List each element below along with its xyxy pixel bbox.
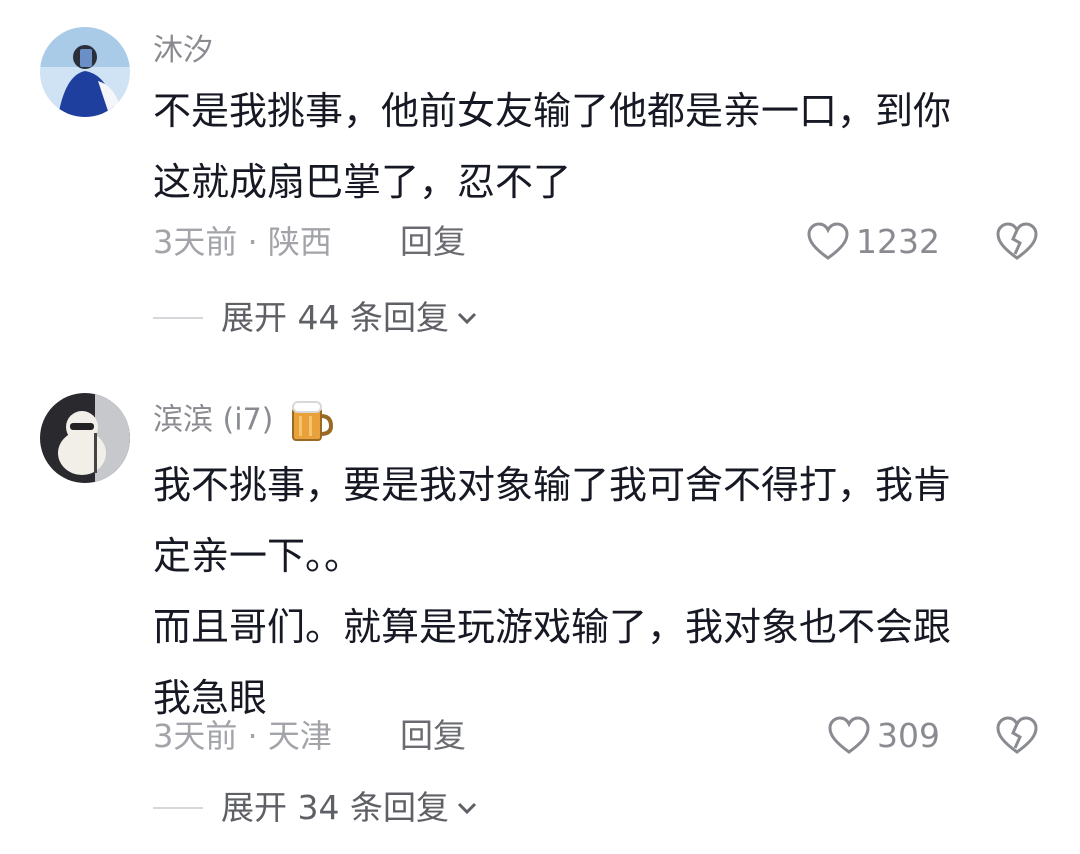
beer-icon [291,401,333,441]
expand-replies-button[interactable]: 展开 44 条回复 [153,296,479,340]
reply-button[interactable]: 回复 [400,220,466,264]
avatar[interactable] [40,393,130,483]
divider [153,317,203,319]
expand-replies-label: 展开 34 条回复 [221,788,449,827]
expand-replies-label: 展开 44 条回复 [221,298,449,337]
chevron-down-icon [457,312,477,325]
like-count: 309 [877,716,940,755]
heart-icon [807,222,849,260]
heart-icon [828,716,870,754]
like-count: 1232 [856,222,940,261]
comment-text: 我不挑事，要是我对象输了我可舍不得打，我肯 定亲一下。。 而且哥们。就算是玩游戏… [153,450,1043,734]
username[interactable]: 滨滨 (i7) [153,398,333,444]
comment-text-line: 我不挑事，要是我对象输了我可舍不得打，我肯 [153,463,952,507]
reply-button[interactable]: 回复 [400,714,466,758]
divider [153,807,203,809]
like-button[interactable]: 309 [827,714,940,758]
broken-heart-icon[interactable] [995,222,1039,262]
time-location: 3天前 · 陕西 [153,223,332,261]
comment-text: 不是我挑事，他前女友输了他都是亲一口，到你 这就成扇巴掌了，忍不了 [153,76,1043,218]
comment-text-line: 而且哥们。就算是玩游戏输了，我对象也不会跟 [153,605,952,649]
avatar[interactable] [40,27,130,117]
comment-text-line: 不是我挑事，他前女友输了他都是亲一口，到你 [153,89,952,133]
time-location: 3天前 · 天津 [153,717,332,755]
username[interactable]: 沐汐 [153,31,213,71]
like-button[interactable]: 1232 [806,220,940,264]
expand-replies-button[interactable]: 展开 34 条回复 [153,786,479,830]
broken-heart-icon[interactable] [995,716,1039,756]
chevron-down-icon [457,802,477,815]
comment-text-line: 定亲一下。。 [153,534,363,578]
comment-text-line: 这就成扇巴掌了，忍不了 [153,160,572,204]
username-text: 滨滨 (i7) [153,402,274,438]
